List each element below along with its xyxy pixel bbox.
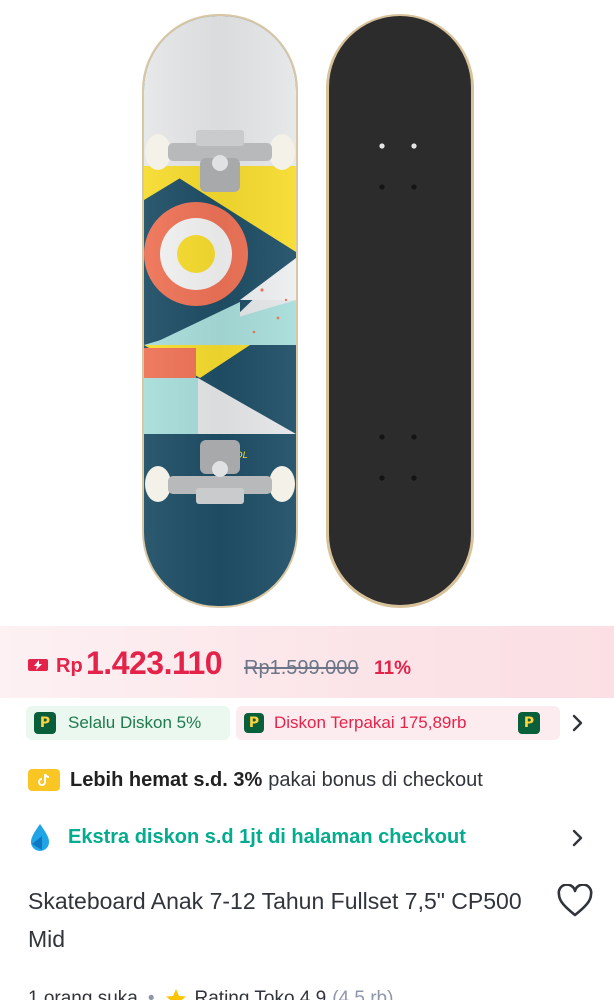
promo-chip-diskon-terpakai[interactable]: P Diskon Terpakai 175,89rb xyxy=(236,706,524,740)
promo-chip-label: Diskon Terpakai 175,89rb xyxy=(274,713,467,732)
star-icon xyxy=(165,989,186,1000)
price-value: 1.423.110 xyxy=(86,645,223,681)
promo-chip-selalu-diskon[interactable]: P Selalu Diskon 5% xyxy=(26,706,230,740)
tokopedia-plus-icon: P xyxy=(518,712,540,734)
chevron-right-icon[interactable] xyxy=(570,711,586,735)
product-title: Skateboard Anak 7-12 Tahun Fullset 7,5" … xyxy=(28,888,522,952)
discount-badge: 11% xyxy=(374,658,411,679)
bonus-info-row[interactable]: Lebih hemat s.d. 3% pakai bonus di check… xyxy=(28,766,483,794)
product-image[interactable]: SDL xyxy=(0,0,614,628)
skateboard-top-deck: SDL xyxy=(142,14,298,608)
promo-chip-more[interactable]: P xyxy=(510,706,560,740)
price-original: Rp1.599.000 xyxy=(244,657,359,679)
discount-drop-icon xyxy=(31,824,49,851)
ekstra-discount-label: Ekstra diskon s.d 1jt di halaman checkou… xyxy=(68,825,466,848)
likes-count: 1 orang suka xyxy=(28,988,138,1000)
product-meta-row: 1 orang suka • Rating Toko 4,9 (4,5 rb) xyxy=(28,984,393,1000)
tokopedia-plus-icon: P xyxy=(34,712,56,734)
shop-rating-count: (4,5 rb) xyxy=(332,988,394,1000)
chevron-right-icon[interactable] xyxy=(570,826,586,850)
meta-separator: • xyxy=(147,988,155,1000)
flash-sale-icon xyxy=(28,659,48,671)
heart-outline-icon[interactable] xyxy=(556,884,594,918)
skateboard-bottom-deck xyxy=(326,14,474,608)
shop-rating[interactable]: Rating Toko 4,9 xyxy=(195,988,327,1000)
price-currency: Rp xyxy=(56,655,83,677)
tokopedia-plus-icon: P xyxy=(244,713,264,733)
tiktok-bonus-icon xyxy=(28,769,60,791)
promo-chips: P Selalu Diskon 5% P Diskon Terpakai 175… xyxy=(26,706,586,740)
promo-chip-label: Selalu Diskon 5% xyxy=(68,713,202,732)
ekstra-discount-row[interactable]: Ekstra diskon s.d 1jt di halaman checkou… xyxy=(28,822,466,852)
bonus-description: pakai bonus di checkout xyxy=(268,768,483,791)
skateboard-illustration: SDL xyxy=(142,14,474,608)
bonus-highlight: Lebih hemat s.d. 3% xyxy=(70,768,263,791)
